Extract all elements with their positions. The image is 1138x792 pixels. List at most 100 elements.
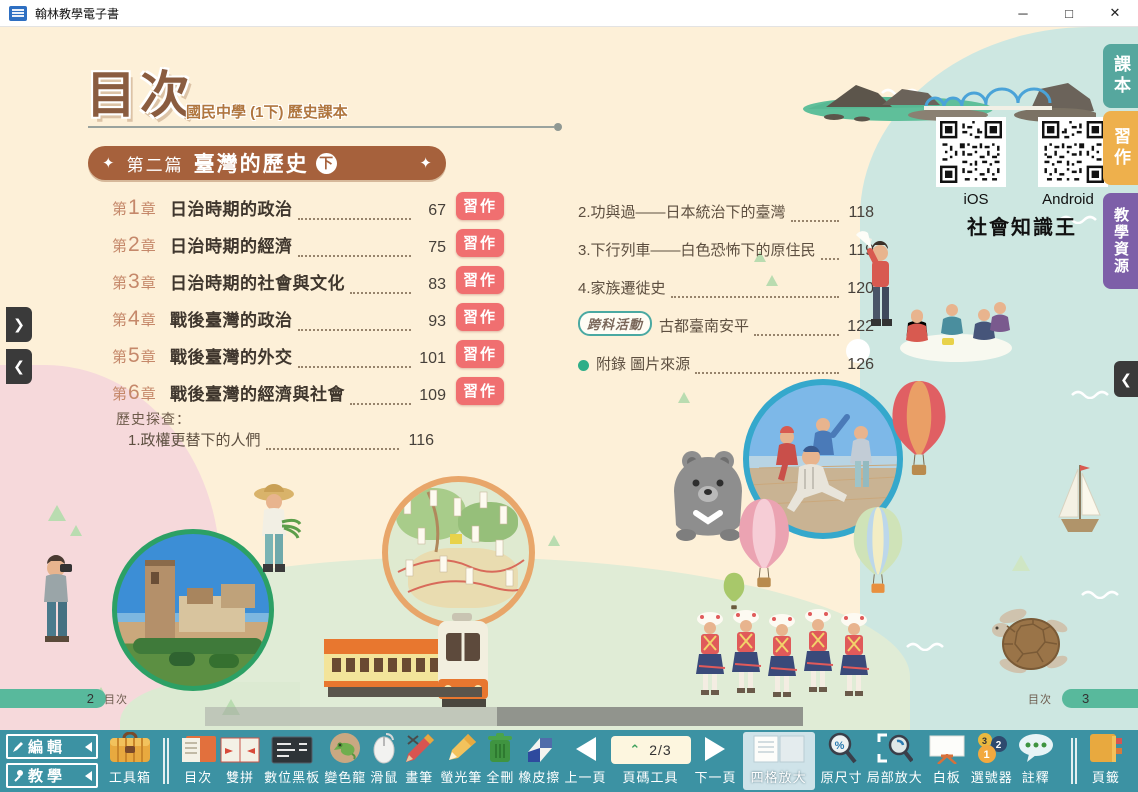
toolbar-button-highlighter[interactable]: 螢光筆 (440, 730, 482, 792)
expand-left-panel-button[interactable]: ❯ (6, 307, 32, 342)
chapter-title: 日治時期的社會與文化 (170, 269, 345, 294)
workbook-badge[interactable]: 習作 (456, 377, 504, 405)
toolbar-button-dual-page[interactable]: 雙拼 (220, 730, 260, 792)
toolbar-button-quad-zoom[interactable]: 四格放大 (743, 732, 815, 790)
microphone-icon (12, 769, 25, 782)
edit-mode-button[interactable]: 編輯 (6, 734, 98, 759)
collapse-right-panel-button[interactable]: ❮ (1114, 361, 1138, 397)
maximize-button[interactable]: □ (1046, 0, 1092, 26)
workbook-badge[interactable]: 習作 (456, 303, 504, 331)
toc-item-row[interactable]: 2.功與過——日本統治下的臺灣 118 (578, 193, 874, 231)
chevron-left-icon: ❮ (13, 358, 25, 375)
workbook-badge[interactable]: 習作 (456, 192, 504, 220)
toc-chapter-row[interactable]: 第4章 戰後臺灣的政治 93 習作 (112, 302, 504, 339)
pen-icon (402, 732, 436, 764)
section-part: 第二篇 (127, 151, 184, 176)
toolbar-button-page-tool[interactable]: ⌃2/3 頁碼工具 (611, 730, 691, 792)
toolbar-button-mouse[interactable]: 滑鼠 (370, 730, 398, 792)
toc-activity-row[interactable]: 跨科活動 古都臺南安平 122 (578, 307, 874, 345)
scrollbar-thumb[interactable] (497, 707, 803, 726)
trash-icon (486, 732, 514, 764)
speech-bubble-icon (1017, 732, 1055, 764)
toc-item-row[interactable]: 4.家族遷徙史 120 (578, 269, 874, 307)
close-button[interactable]: ✕ (1092, 0, 1138, 26)
toc-chapter-row[interactable]: 第1章 日治時期的政治 67 習作 (112, 191, 504, 228)
item-label: 4.家族遷徙史 (578, 277, 666, 298)
toolbar-button-eraser[interactable]: 橡皮擦 (518, 730, 560, 792)
dot-leader (791, 208, 839, 222)
highlighter-icon (444, 732, 478, 764)
magnifier-region-icon (877, 732, 913, 764)
svg-text:%: % (834, 740, 845, 752)
item-label: 2.功與過——日本統治下的臺灣 (578, 201, 786, 222)
dot-leader (298, 206, 411, 220)
toolbar-button-whiteboard[interactable]: 白板 (927, 730, 967, 792)
dot-leader (671, 284, 839, 298)
toolbar-button-delete-all[interactable]: 全刪 (486, 730, 514, 792)
toolbar-button-original-size[interactable]: % 原尺寸 (821, 730, 863, 792)
toolbar-button-partial-zoom[interactable]: 局部放大 (867, 730, 923, 792)
app-logo-icon (9, 6, 27, 21)
chapter-number: 第5章 (112, 344, 170, 368)
toolbar-button-annotation[interactable]: 註釋 (1017, 730, 1055, 792)
triangle-left-icon (85, 771, 92, 781)
page-indicator: 2/3 (649, 742, 671, 758)
toc-chapter-row[interactable]: 第6章 戰後臺灣的經濟與社會 109 習作 (112, 376, 504, 413)
collapse-left-panel-button[interactable]: ❮ (6, 349, 32, 384)
chapter-page: 109 (416, 387, 446, 405)
tab-workbook[interactable]: 習作 (1103, 111, 1138, 185)
sea-turtle-illustration (983, 604, 1073, 684)
toolbox-button[interactable]: 工具箱 (108, 730, 152, 792)
bottom-toolbar: 編輯 教學 工具箱 目次 雙拼 數位黑板 變色 (0, 730, 1138, 792)
toc-appendix-row[interactable]: 附錄 圖片來源 126 (578, 345, 874, 383)
qr-label-ios: iOS (936, 191, 1016, 208)
magnifier-percent-icon: % (827, 732, 857, 764)
toc-item-row[interactable]: 1.政權更替下的人們 116 (128, 429, 434, 450)
tab-teaching-resources[interactable]: 教學資源 (1103, 193, 1138, 289)
toolbar-button-digital-blackboard[interactable]: 數位黑板 (264, 730, 320, 792)
horizontal-scrollbar[interactable] (205, 707, 803, 726)
toolbar-button-toc[interactable]: 目次 (180, 730, 216, 792)
blackboard-icon (271, 734, 313, 764)
section-banner: ✦ 第二篇 臺灣的歷史 下 ✦ (88, 146, 446, 180)
tab-textbook[interactable]: 課本 (1103, 44, 1138, 108)
window-titlebar: 翰林教學電子書 ─ □ ✕ (0, 0, 1138, 27)
arrow-right-icon (703, 734, 729, 764)
star-icon: ✦ (419, 154, 432, 172)
section-title: 臺灣的歷史 (194, 148, 309, 178)
title-rule (88, 126, 554, 128)
chapter-page: 83 (416, 276, 446, 294)
chameleon-icon (328, 732, 362, 764)
aboriginal-dancers-illustration (692, 605, 876, 705)
chapter-list: 第1章 日治時期的政治 67 習作 第2章 日治時期的經濟 75 習作 第3章 … (112, 191, 504, 413)
toolbar-button-prev-page[interactable]: 上一頁 (564, 730, 606, 792)
chapter-number: 第4章 (112, 307, 170, 331)
dot-leader (350, 391, 411, 405)
chapter-page: 93 (416, 313, 446, 331)
dual-page-icon (220, 734, 260, 764)
dot-leader (298, 354, 411, 368)
toolbar-button-number-picker[interactable]: 321 選號器 (971, 730, 1013, 792)
workbook-badge[interactable]: 習作 (456, 266, 504, 294)
page-indicator-box[interactable]: ⌃ 2/3 (611, 736, 691, 764)
wave-icon (905, 639, 951, 651)
chapter-title: 戰後臺灣的外交 (170, 343, 293, 368)
chevron-up-icon: ⌃ (629, 742, 641, 758)
chapter-page: 75 (416, 239, 446, 257)
workbook-badge[interactable]: 習作 (456, 340, 504, 368)
page-title: 目次 (86, 55, 194, 127)
minimize-button[interactable]: ─ (1000, 0, 1046, 26)
toolbar-separator (163, 738, 169, 784)
toolbar-button-next-page[interactable]: 下一頁 (695, 730, 737, 792)
star-icon: ✦ (102, 154, 115, 172)
toc-chapter-row[interactable]: 第5章 戰後臺灣的外交 101 習作 (112, 339, 504, 376)
workbook-badge[interactable]: 習作 (456, 229, 504, 257)
toolbar-button-pen[interactable]: 畫筆 (402, 730, 436, 792)
sailboat-illustration (1053, 461, 1107, 549)
toc-item-row[interactable]: 3.下行列車——白色恐怖下的原住民 119 (578, 231, 874, 269)
toolbar-button-chameleon[interactable]: 變色龍 (324, 730, 366, 792)
toc-chapter-row[interactable]: 第2章 日治時期的經濟 75 習作 (112, 228, 504, 265)
toc-chapter-row[interactable]: 第3章 日治時期的社會與文化 83 習作 (112, 265, 504, 302)
toolbar-button-page-tabs[interactable]: 頁籤 (1088, 730, 1124, 792)
teach-mode-button[interactable]: 教學 (6, 763, 98, 788)
